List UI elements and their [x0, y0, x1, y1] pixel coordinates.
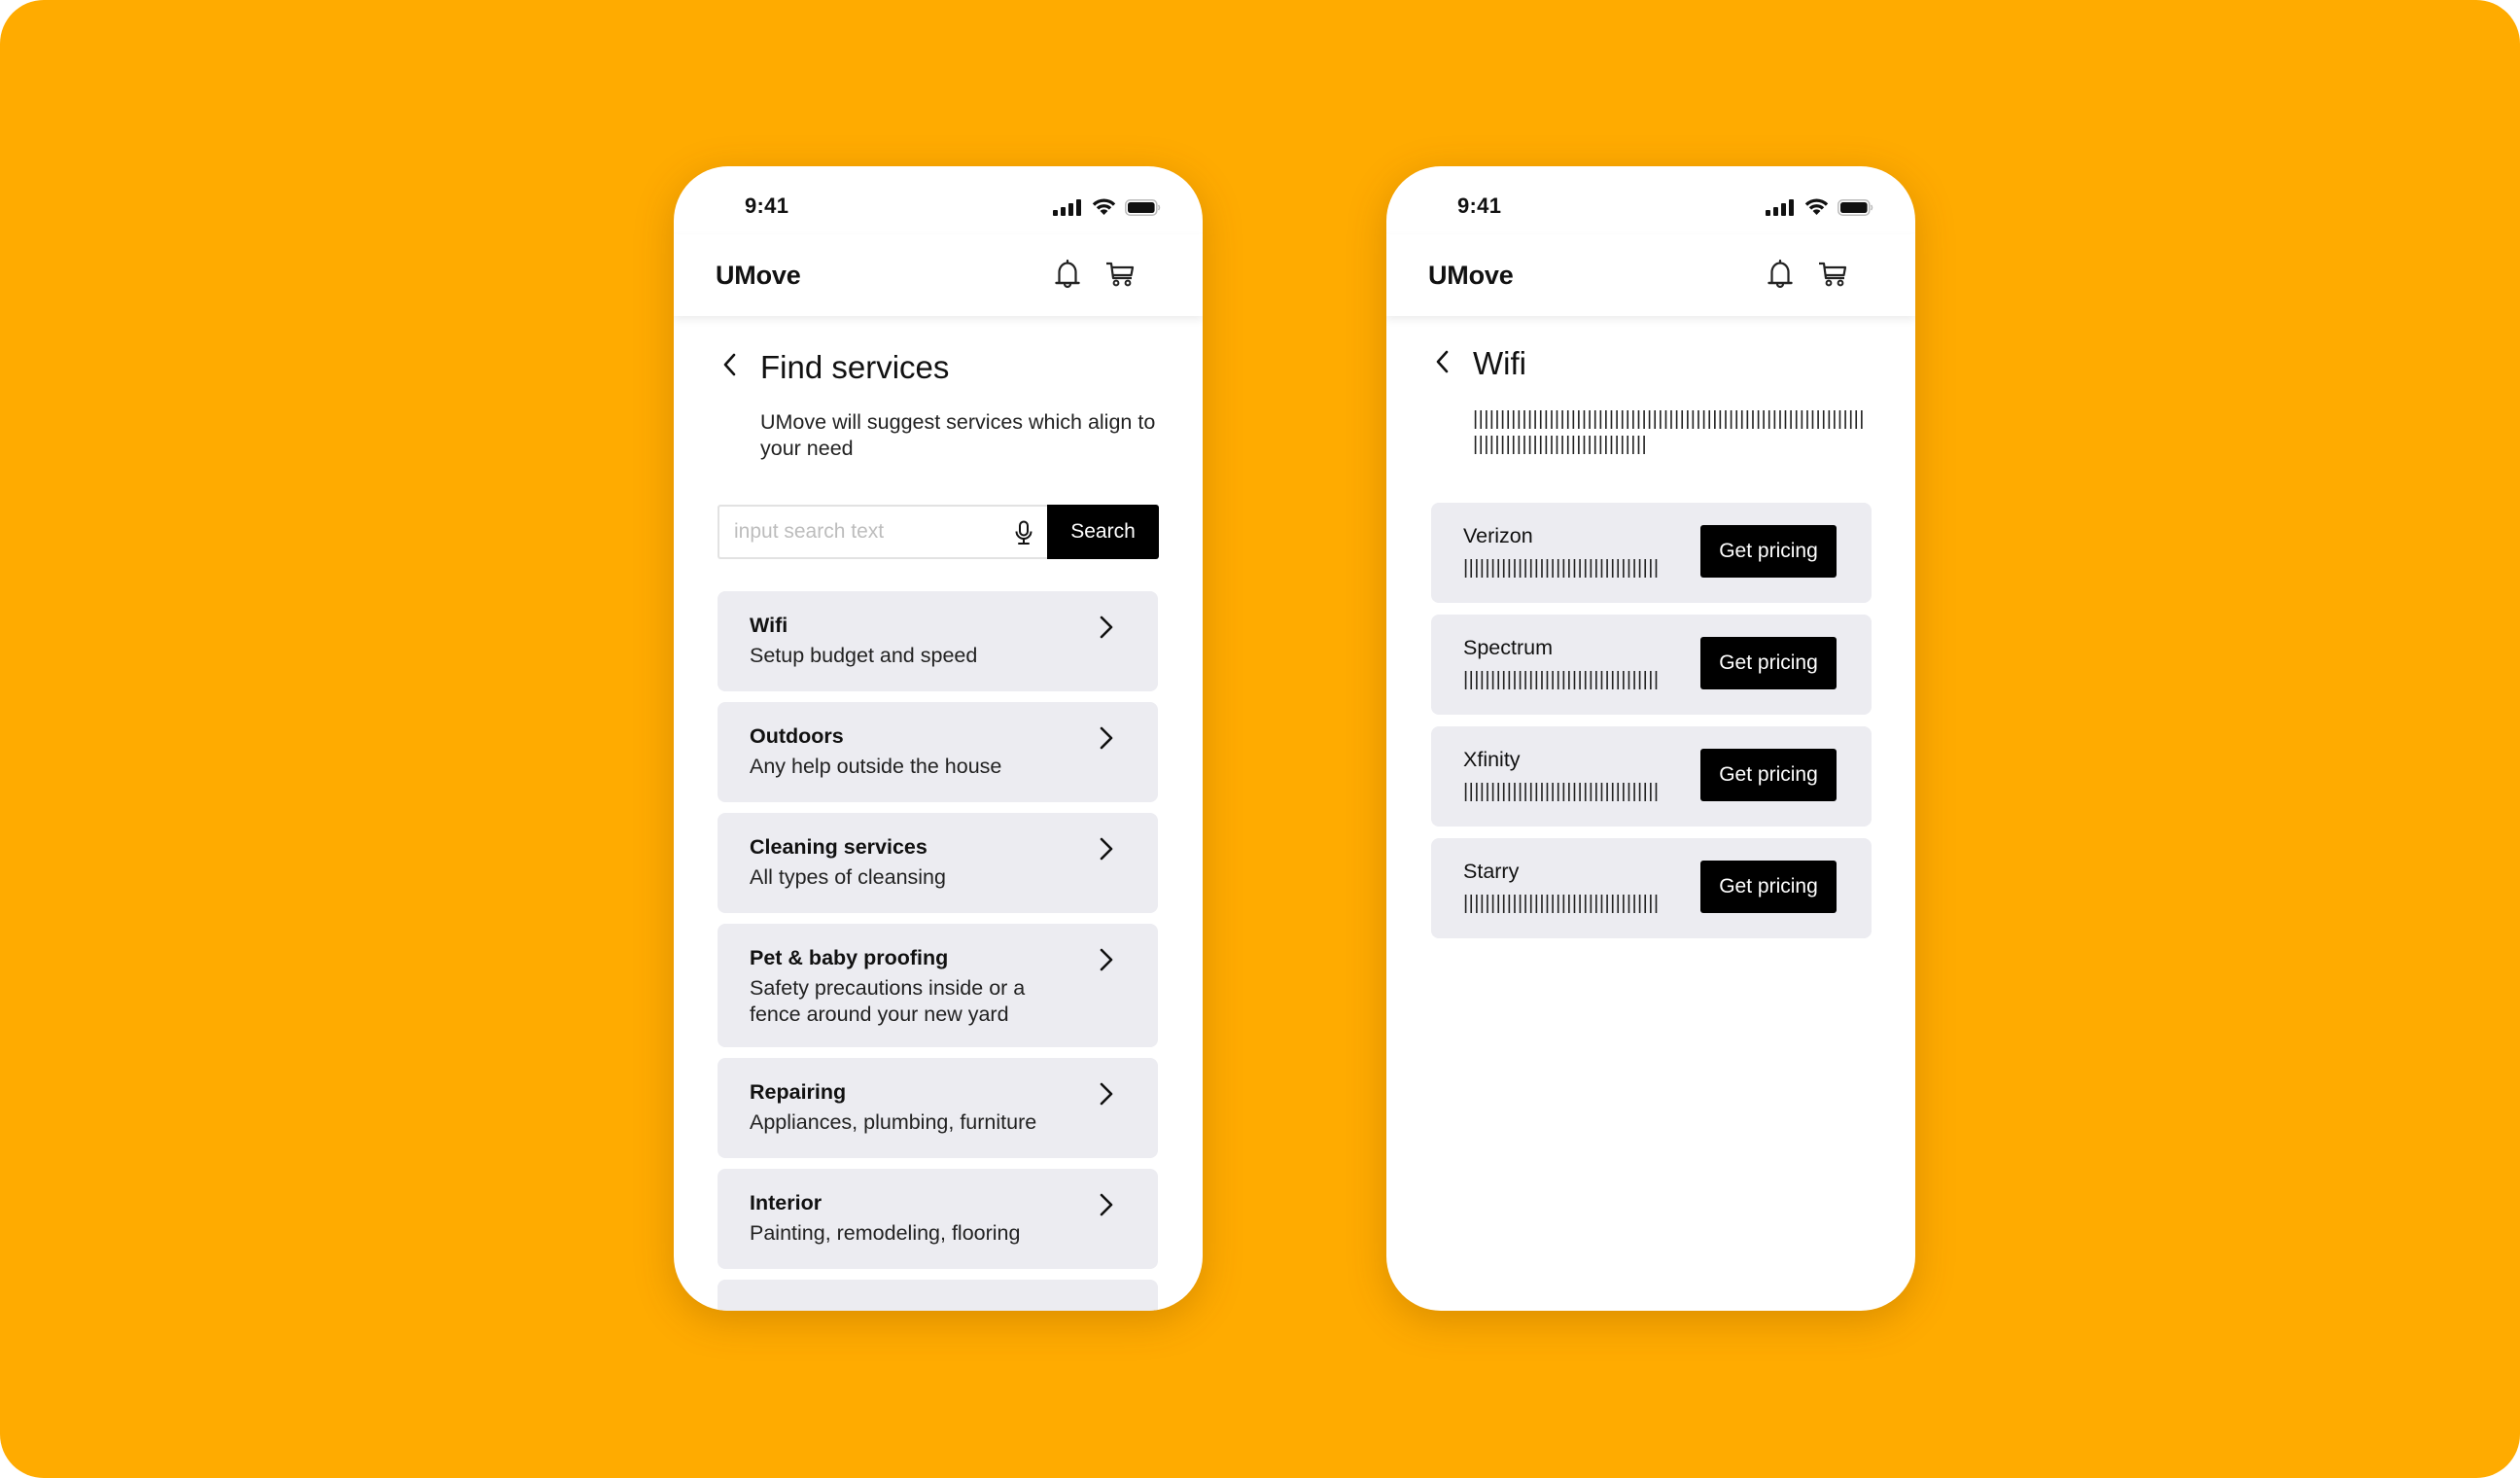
chevron-right-icon [1100, 1193, 1113, 1216]
cart-icon[interactable] [1103, 258, 1137, 291]
search-input[interactable] [719, 507, 982, 557]
service-title: Wifi [750, 614, 788, 637]
service-description: Setup budget and speed [750, 644, 978, 667]
page-title: Find services [760, 349, 950, 385]
provider-name: Spectrum [1463, 636, 1554, 659]
brand-logo[interactable]: UMove [716, 261, 801, 291]
battery-icon [1125, 198, 1161, 216]
provider-detail: |||||||||||||||||||||||||||||||||||| [1463, 781, 1660, 802]
brand-logo[interactable]: UMove [1428, 261, 1514, 291]
get-pricing-button[interactable]: Get pricing [1700, 525, 1837, 578]
service-card-partial[interactable] [718, 1280, 1158, 1311]
chevron-right-icon [1100, 948, 1113, 971]
get-pricing-button[interactable]: Get pricing [1700, 749, 1837, 801]
get-pricing-button[interactable]: Get pricing [1700, 637, 1837, 689]
service-card-wifi[interactable]: Wifi Setup budget and speed [718, 591, 1158, 691]
search-button[interactable]: Search [1047, 505, 1159, 559]
providers-list: Verizon ||||||||||||||||||||||||||||||||… [1431, 503, 1872, 950]
wifi-icon [1092, 198, 1116, 215]
chevron-right-icon [1100, 616, 1113, 639]
provider-card-xfinity: Xfinity ||||||||||||||||||||||||||||||||… [1431, 726, 1872, 827]
battery-icon [1838, 198, 1873, 216]
chevron-right-icon [1100, 1082, 1113, 1106]
page-subtitle: UMove will suggest services which align … [760, 410, 1156, 460]
cart-icon[interactable] [1816, 258, 1849, 291]
provider-name: Starry [1463, 860, 1520, 883]
provider-name: Verizon [1463, 524, 1533, 547]
service-description: All types of cleansing [750, 865, 946, 889]
provider-card-verizon: Verizon ||||||||||||||||||||||||||||||||… [1431, 503, 1872, 603]
page-subtitle-redacted: ||||||||||||||||||||||||||||||||||||||||… [1473, 408, 1865, 455]
provider-card-spectrum: Spectrum |||||||||||||||||||||||||||||||… [1431, 615, 1872, 715]
status-time: 9:41 [1457, 194, 1502, 218]
phone-wifi-providers: 9:41 UMove Wifi ||||||||||||||||||||||||… [1386, 166, 1915, 1311]
service-description: Safety precautions inside or a fence aro… [750, 976, 1026, 1026]
chevron-right-icon [1100, 726, 1113, 750]
status-icons [1766, 197, 1873, 217]
service-card-repairing[interactable]: Repairing Appliances, plumbing, furnitur… [718, 1058, 1158, 1158]
service-description: Painting, remodeling, flooring [750, 1221, 1021, 1245]
back-chevron-icon[interactable] [1435, 350, 1456, 375]
provider-name: Xfinity [1463, 748, 1521, 771]
service-card-cleaning[interactable]: Cleaning services All types of cleansing [718, 813, 1158, 913]
back-chevron-icon[interactable] [722, 353, 744, 378]
service-card-interior[interactable]: Interior Painting, remodeling, flooring [718, 1169, 1158, 1269]
services-list: Wifi Setup budget and speed Outdoors Any… [718, 591, 1158, 1311]
background-canvas: 9:41 UMove Find services UMove will sugg… [0, 0, 2520, 1478]
service-title: Pet & baby proofing [750, 946, 949, 969]
chevron-right-icon [1100, 837, 1113, 861]
service-title: Outdoors [750, 724, 844, 748]
service-card-pet-baby-proofing[interactable]: Pet & baby proofing Safety precautions i… [718, 924, 1158, 1047]
status-time: 9:41 [745, 194, 789, 218]
phone-find-services: 9:41 UMove Find services UMove will sugg… [674, 166, 1203, 1311]
wifi-icon [1804, 198, 1829, 215]
provider-detail: |||||||||||||||||||||||||||||||||||| [1463, 557, 1660, 579]
service-description: Appliances, plumbing, furniture [750, 1110, 1037, 1134]
service-description: Any help outside the house [750, 755, 1002, 778]
status-icons [1053, 197, 1161, 217]
service-title: Repairing [750, 1080, 847, 1104]
app-header: UMove [674, 234, 1203, 316]
provider-card-starry: Starry |||||||||||||||||||||||||||||||||… [1431, 838, 1872, 938]
search-bar: Search [718, 505, 1159, 559]
cellular-signal-icon [1053, 198, 1081, 216]
cellular-signal-icon [1766, 198, 1794, 216]
app-header: UMove [1386, 234, 1915, 316]
service-title: Interior [750, 1191, 822, 1214]
page-title: Wifi [1473, 345, 1526, 381]
service-card-outdoors[interactable]: Outdoors Any help outside the house [718, 702, 1158, 802]
search-field[interactable] [718, 505, 1047, 559]
status-bar: 9:41 [674, 166, 1203, 234]
get-pricing-button[interactable]: Get pricing [1700, 861, 1837, 913]
provider-detail: |||||||||||||||||||||||||||||||||||| [1463, 669, 1660, 690]
microphone-icon[interactable] [1013, 520, 1034, 545]
service-title: Cleaning services [750, 835, 928, 859]
bell-icon[interactable] [1764, 258, 1797, 291]
status-bar: 9:41 [1386, 166, 1915, 234]
bell-icon[interactable] [1051, 258, 1084, 291]
provider-detail: |||||||||||||||||||||||||||||||||||| [1463, 893, 1660, 914]
